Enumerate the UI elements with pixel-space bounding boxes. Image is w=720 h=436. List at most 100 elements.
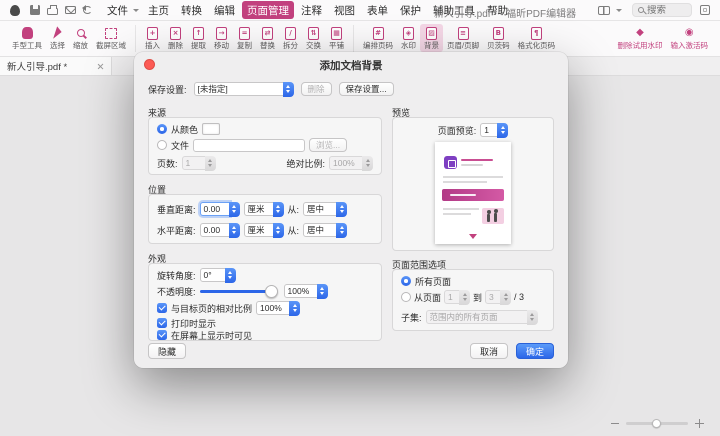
- menu-edit[interactable]: 编辑: [209, 1, 240, 19]
- ribbon-item-label: 页眉/页脚: [447, 42, 479, 50]
- ribbon-item-copy[interactable]: = 复制: [233, 24, 256, 52]
- ribbon-item-move[interactable]: → 移动: [210, 24, 233, 52]
- from-file-label: 文件: [171, 139, 189, 152]
- vertical-distance-stepper[interactable]: 0.00: [200, 202, 240, 216]
- save-setting-button[interactable]: 保存设置...: [339, 82, 394, 96]
- ribbon-item-label: 水印: [401, 42, 416, 50]
- subset-combo[interactable]: 范围内的所有页面: [426, 310, 538, 324]
- ribbon-item-format-page-number[interactable]: ¶ 格式化页码: [514, 24, 560, 52]
- layout-icon[interactable]: [598, 6, 610, 15]
- horizontal-unit-combo[interactable]: 厘米: [244, 223, 284, 237]
- horizontal-from-combo[interactable]: 居中: [303, 223, 347, 237]
- ribbon-item-snapshot[interactable]: 截屏区域: [92, 24, 130, 52]
- menu-page-management[interactable]: 页面管理: [242, 1, 294, 19]
- rotation-stepper[interactable]: 0°: [200, 268, 236, 282]
- ribbon-item-split[interactable]: / 拆分: [279, 24, 302, 52]
- zoom-out-icon[interactable]: [611, 423, 619, 425]
- show-when-print-checkbox[interactable]: [157, 318, 167, 328]
- zoom-slider-knob[interactable]: [652, 419, 661, 428]
- zoom-in-icon[interactable]: [695, 419, 704, 428]
- menu-comment[interactable]: 注释: [296, 1, 327, 19]
- ribbon-item-hand-tool[interactable]: 手型工具: [8, 24, 46, 52]
- relative-scale-label: 与目标页的相对比例: [171, 302, 252, 315]
- menu-view[interactable]: 视图: [329, 1, 360, 19]
- ribbon-group-page-marks: # 编排页码 ◈ 水印 ▨ 背景 ≡ 页眉/页脚 B 贝茨码 ¶ 格式化页码: [359, 24, 559, 52]
- ribbon-group-trial: ◆ 删除试用水印 ◉ 输入激活码: [614, 24, 713, 52]
- ribbon-item-label: 贝茨码: [487, 42, 510, 50]
- select-tool-icon: [53, 26, 63, 40]
- ribbon-item-extract[interactable]: ↑ 提取: [187, 24, 210, 52]
- vertical-unit-combo[interactable]: 厘米: [244, 202, 284, 216]
- undo-icon[interactable]: [83, 6, 92, 14]
- saved-settings-combo[interactable]: [未指定]: [194, 82, 294, 96]
- opacity-slider[interactable]: [200, 290, 276, 293]
- swap-page-icon: ⇅: [308, 27, 319, 40]
- opacity-stepper[interactable]: 100%: [284, 284, 328, 298]
- menu-protect[interactable]: 保护: [395, 1, 426, 19]
- ribbon-item-header-footer[interactable]: ≡ 页眉/页脚: [443, 24, 483, 52]
- page-preview-stepper[interactable]: 1: [480, 123, 508, 137]
- quick-access-toolbar: [30, 5, 92, 15]
- page-range-radio[interactable]: [401, 292, 411, 302]
- color-well[interactable]: [202, 123, 220, 135]
- to-page-stepper[interactable]: 3: [485, 290, 511, 304]
- from-page-label: 从页面: [414, 291, 441, 304]
- combo-arrows-icon: [336, 223, 347, 238]
- ribbon-item-zoom[interactable]: 缩放: [69, 24, 92, 52]
- from-file-radio[interactable]: [157, 140, 167, 150]
- stepper-arrows-icon: [362, 156, 373, 171]
- ribbon-item-insert[interactable]: + 插入: [141, 24, 164, 52]
- ribbon-item-activation-code[interactable]: ◉ 输入激活码: [667, 24, 713, 52]
- file-path-input[interactable]: [193, 139, 305, 152]
- vertical-from-combo[interactable]: 居中: [303, 202, 347, 216]
- absolute-scale-value: 100%: [329, 156, 363, 170]
- apple-menu-icon[interactable]: [10, 5, 20, 16]
- source-group-box: 从颜色 文件 浏览... 页数: 1 绝对比例: 100%: [148, 117, 382, 175]
- menu-convert[interactable]: 转换: [176, 1, 207, 19]
- menu-form[interactable]: 表单: [362, 1, 393, 19]
- pages-stepper[interactable]: 1: [182, 156, 216, 170]
- hide-button[interactable]: 隐藏: [148, 343, 186, 359]
- relative-scale-checkbox[interactable]: [157, 303, 167, 313]
- ribbon-item-bates[interactable]: B 贝茨码: [483, 24, 514, 52]
- ok-button[interactable]: 确定: [516, 343, 554, 359]
- ribbon-item-label: 截屏区域: [96, 42, 126, 50]
- from-page-stepper[interactable]: 1: [444, 290, 470, 304]
- menubar-right-icons: [598, 3, 710, 17]
- save-icon[interactable]: [30, 5, 40, 15]
- relative-scale-stepper[interactable]: 100%: [256, 301, 300, 315]
- search-icon: [638, 7, 644, 13]
- close-icon[interactable]: [97, 63, 104, 70]
- delete-setting-button[interactable]: 删除: [301, 82, 332, 96]
- ribbon-item-delete[interactable]: × 删除: [164, 24, 187, 52]
- email-icon[interactable]: [65, 6, 76, 14]
- absolute-scale-stepper[interactable]: 100%: [329, 156, 373, 170]
- chevron-down-icon[interactable]: [616, 9, 622, 12]
- vertical-distance-label: 垂直距离:: [157, 203, 196, 216]
- ribbon-item-replace[interactable]: ⇄ 替换: [256, 24, 279, 52]
- opacity-value: 100%: [284, 284, 318, 298]
- ribbon-item-select[interactable]: 选择: [46, 24, 69, 52]
- fullscreen-icon[interactable]: [700, 5, 710, 15]
- search-input[interactable]: [647, 5, 683, 16]
- horizontal-distance-stepper[interactable]: 0.00: [200, 223, 240, 237]
- horizontal-unit-value: 厘米: [244, 223, 274, 237]
- ribbon-item-tile[interactable]: ▦ 平铺: [325, 24, 348, 52]
- all-pages-radio[interactable]: [401, 276, 411, 286]
- figure-icon: [487, 214, 490, 222]
- menu-file[interactable]: 文件: [102, 1, 133, 19]
- ribbon-item-watermark[interactable]: ◈ 水印: [397, 24, 420, 52]
- from-color-radio[interactable]: [157, 124, 167, 134]
- cancel-button[interactable]: 取消: [470, 343, 508, 359]
- search-box[interactable]: [632, 3, 692, 17]
- zoom-slider[interactable]: [626, 422, 688, 425]
- ribbon-item-background[interactable]: ▨ 背景: [420, 24, 443, 52]
- show-on-screen-checkbox[interactable]: [157, 330, 167, 340]
- document-tab[interactable]: 新人引导.pdf *: [0, 57, 112, 75]
- ribbon-item-page-number[interactable]: # 编排页码: [359, 24, 397, 52]
- browse-button[interactable]: 浏览...: [309, 138, 347, 152]
- ribbon-item-swap[interactable]: ⇅ 交换: [302, 24, 325, 52]
- menu-home[interactable]: 主页: [143, 1, 174, 19]
- print-icon[interactable]: [47, 8, 58, 15]
- ribbon-item-remove-trial-watermark[interactable]: ◆ 删除试用水印: [614, 24, 667, 52]
